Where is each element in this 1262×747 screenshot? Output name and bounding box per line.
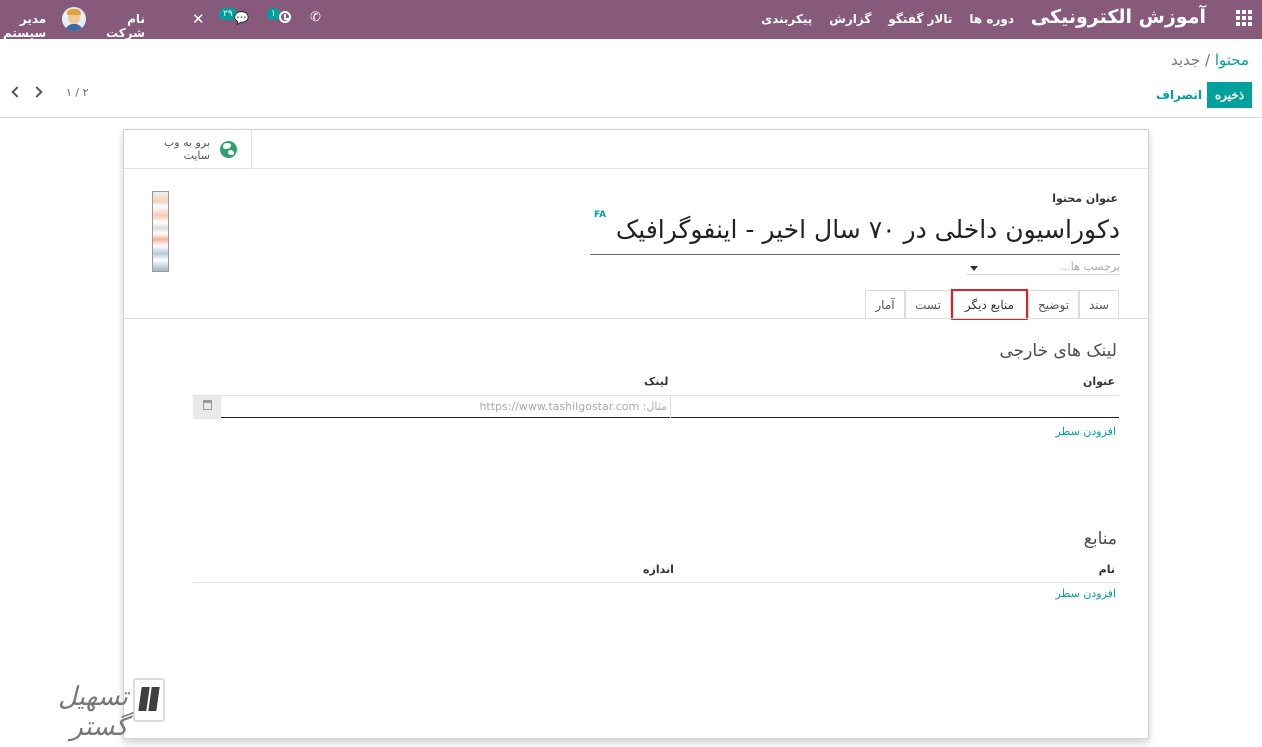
breadcrumb-parent[interactable]: محتوا xyxy=(1215,51,1249,69)
tab-other-resources[interactable]: منابع دیگر xyxy=(951,289,1028,320)
content-title-label: عنوان محتوا xyxy=(1052,192,1118,205)
col-size-header: اندازه xyxy=(643,563,674,576)
pager-value[interactable]: ۱ / ۲ xyxy=(66,86,89,99)
delete-row-button[interactable] xyxy=(193,396,221,419)
watermark-text: تسهیل گستر xyxy=(58,682,128,742)
breadcrumb-current: جدید xyxy=(1171,51,1201,69)
col-title-header: عنوان xyxy=(1082,375,1115,388)
menu-item-courses[interactable]: دوره ها xyxy=(969,12,1014,26)
clock-icon[interactable] xyxy=(279,11,291,23)
add-resource-line[interactable]: افزودن سطر xyxy=(1056,587,1116,600)
user-name[interactable]: مدیر سیستم xyxy=(3,12,46,40)
button-box-divider xyxy=(252,168,1148,169)
company-switcher[interactable]: نام شرکت شما xyxy=(106,12,145,54)
company-icon[interactable]: ✕ xyxy=(192,10,205,28)
tab-quiz[interactable]: تست xyxy=(905,290,951,319)
discard-button[interactable]: انصراف xyxy=(1156,82,1202,108)
globe-icon xyxy=(220,141,237,158)
breadcrumb-separator: / xyxy=(1204,51,1211,69)
apps-icon[interactable] xyxy=(1236,10,1252,26)
content-title-input[interactable]: دکوراسیون داخلی در ۷۰ سال اخیر - اینفوگر… xyxy=(590,211,1120,255)
chat-icon[interactable]: 💬 xyxy=(234,11,249,25)
tab-document[interactable]: سند xyxy=(1079,290,1119,319)
col-link-header: لینک xyxy=(644,375,669,388)
resources-header-line xyxy=(193,582,1119,583)
content-thumbnail[interactable] xyxy=(152,191,169,272)
breadcrumb: محتوا / جدید xyxy=(1171,51,1249,69)
notebook-tabs: سند توضیح منابع دیگر تست آمار xyxy=(865,289,1119,320)
goto-website-button[interactable]: برو به وب سایت xyxy=(124,130,252,169)
menu-item-config[interactable]: پیکربندی xyxy=(761,12,812,26)
add-link-line[interactable]: افزودن سطر xyxy=(1056,425,1116,438)
form-sheet: برو به وب سایت عنوان محتوا دکوراسیون داخ… xyxy=(123,129,1149,739)
chevron-left-icon[interactable] xyxy=(11,86,23,98)
trash-icon xyxy=(203,400,212,410)
app-brand[interactable]: آموزش الکترونیکی xyxy=(1031,6,1206,28)
main-menu: دوره ها تالار گفتگو گزارش پیکربندی xyxy=(761,12,1014,26)
tab-statistics[interactable]: آمار xyxy=(865,290,905,319)
external-links-title: لینک های خارجی xyxy=(999,341,1118,361)
tab-description[interactable]: توضیح xyxy=(1028,290,1079,319)
goto-website-label: برو به وب سایت xyxy=(163,136,210,162)
save-button[interactable]: ذخیره xyxy=(1207,82,1252,108)
phone-icon[interactable]: ✆ xyxy=(310,10,321,25)
top-navbar: آموزش الکترونیکی دوره ها تالار گفتگو گزا… xyxy=(0,0,1262,54)
watermark-logo xyxy=(133,678,165,722)
table-row: مثال: https://www.tashilgostar.com xyxy=(193,396,1119,419)
tabs-divider xyxy=(124,318,1148,319)
chevron-right-icon[interactable] xyxy=(31,86,43,98)
translate-badge[interactable]: FA xyxy=(594,210,606,220)
avatar[interactable] xyxy=(62,7,86,31)
link-input[interactable]: مثال: https://www.tashilgostar.com xyxy=(221,396,671,418)
caret-down-icon[interactable] xyxy=(970,266,978,271)
col-name-header: نام xyxy=(1098,563,1115,576)
resources-title: منابع xyxy=(1083,529,1117,549)
menu-item-report[interactable]: گزارش xyxy=(829,12,871,26)
watermark: تسهیل گستر xyxy=(24,678,169,742)
tags-input[interactable]: برچسب ها... xyxy=(967,260,1120,275)
menu-item-forum[interactable]: تالار گفتگو xyxy=(888,12,952,26)
activity-count-badge: ۱ xyxy=(267,8,280,20)
